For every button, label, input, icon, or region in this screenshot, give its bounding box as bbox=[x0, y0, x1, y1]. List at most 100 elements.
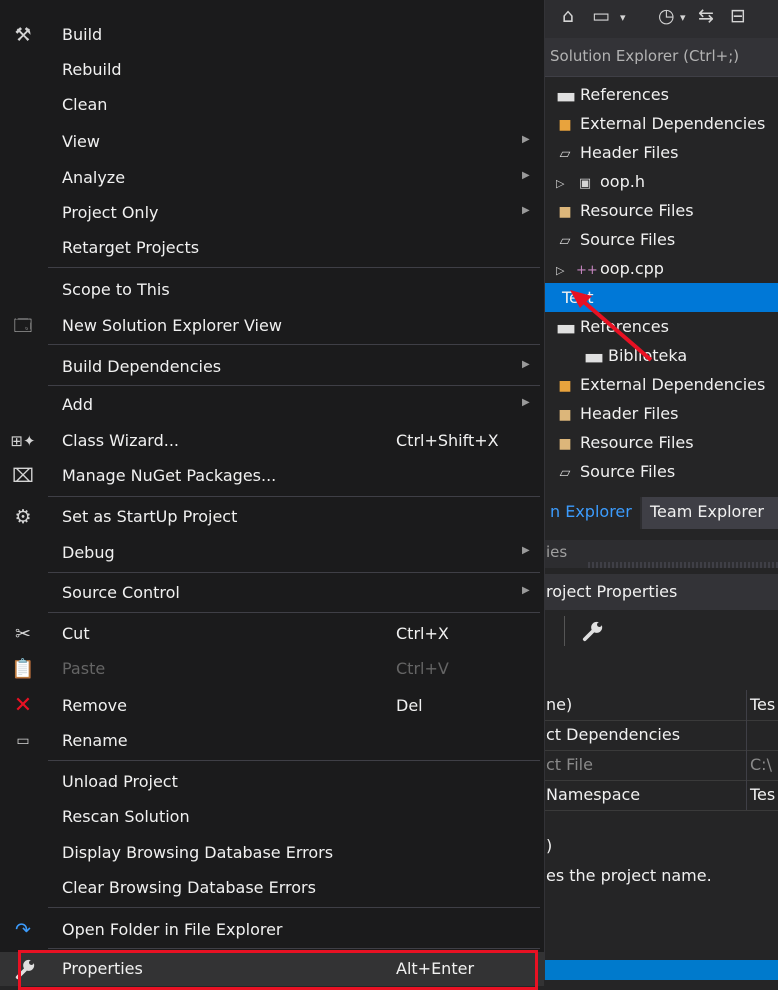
new-window-icon: 🗔 bbox=[13, 316, 33, 336]
switch-views-icon[interactable]: ▭ bbox=[592, 5, 610, 27]
status-strip bbox=[540, 960, 778, 980]
folder-filter-icon: ■ bbox=[558, 204, 572, 220]
nuget-icon: ⌧ bbox=[12, 465, 34, 487]
sync-icon[interactable]: ⇆ bbox=[698, 5, 714, 27]
menu-item-add[interactable]: Add ▶ bbox=[0, 388, 544, 422]
tree-node[interactable]: ▱ Source Files bbox=[556, 225, 676, 254]
references-icon: ■■ bbox=[584, 351, 604, 364]
menu-item-source-control[interactable]: Source Control ▶ bbox=[0, 576, 544, 610]
tree-node[interactable]: ▱ Source Files bbox=[556, 457, 676, 486]
menu-item-open-folder-in-explorer[interactable]: ↷ Open Folder in File Explorer bbox=[0, 913, 544, 947]
properties-object-selector[interactable]: roject Properties bbox=[540, 574, 778, 610]
folder-filter-icon: ▱ bbox=[559, 465, 571, 481]
menu-separator bbox=[48, 385, 540, 386]
refresh-arrow-icon: ↷ bbox=[15, 919, 31, 941]
menu-separator bbox=[48, 496, 540, 497]
menu-item-set-startup-project[interactable]: ⚙ Set as StartUp Project bbox=[0, 500, 544, 534]
menu-item-retarget-projects[interactable]: Retarget Projects bbox=[0, 231, 544, 265]
gear-icon: ⚙ bbox=[14, 506, 32, 528]
chevron-down-icon[interactable]: ▾ bbox=[620, 11, 626, 24]
menu-item-paste[interactable]: 📋 Paste Ctrl+V bbox=[0, 652, 544, 686]
references-icon: ■■ bbox=[556, 90, 576, 103]
menu-item-clean[interactable]: Clean bbox=[0, 88, 544, 122]
submenu-arrow-icon: ▶ bbox=[522, 205, 530, 216]
external-deps-icon: ■ bbox=[558, 378, 572, 394]
property-row[interactable]: ct File C:\ bbox=[540, 750, 778, 781]
properties-panel: ies roject Properties ne) Tes ct Dependen… bbox=[540, 530, 778, 980]
menu-item-debug[interactable]: Debug ▶ bbox=[0, 536, 544, 570]
submenu-arrow-icon: ▶ bbox=[522, 170, 530, 181]
references-icon: ■■ bbox=[556, 322, 576, 335]
menu-item-project-only[interactable]: Project Only ▶ bbox=[0, 196, 544, 230]
history-icon[interactable]: ◷ bbox=[658, 5, 675, 27]
tab-team-explorer[interactable]: Team Explorer bbox=[642, 497, 778, 529]
menu-item-cut[interactable]: ✂ Cut Ctrl+X bbox=[0, 617, 544, 651]
menu-item-remove[interactable]: ✕ Remove Del bbox=[0, 689, 544, 723]
tree-node[interactable]: ■■ Biblioteka bbox=[584, 341, 688, 370]
collapse-icon[interactable]: ⊟ bbox=[730, 5, 746, 27]
property-row[interactable]: ne) Tes bbox=[540, 690, 778, 721]
menu-item-rebuild[interactable]: Rebuild bbox=[0, 53, 544, 87]
menu-item-build-dependencies[interactable]: Build Dependencies ▶ bbox=[0, 350, 544, 384]
folder-filter-icon: ■ bbox=[558, 436, 572, 452]
tree-node[interactable]: ■■ References bbox=[556, 80, 669, 109]
solution-explorer-search[interactable]: Solution Explorer (Ctrl+;) bbox=[540, 38, 778, 77]
submenu-arrow-icon: ▶ bbox=[522, 545, 530, 556]
menu-item-class-wizard[interactable]: ⊞✦ Class Wizard... Ctrl+Shift+X bbox=[0, 424, 544, 458]
expand-arrow-icon[interactable]: ▷ bbox=[556, 256, 570, 285]
property-pages-wrench-icon[interactable] bbox=[582, 620, 604, 642]
property-description: es the project name. bbox=[546, 866, 712, 885]
external-deps-icon: ■ bbox=[558, 117, 572, 133]
tree-node[interactable]: ■ External Dependencies bbox=[556, 370, 765, 399]
submenu-arrow-icon: ▶ bbox=[522, 359, 530, 370]
clipboard-icon: 📋 bbox=[11, 658, 35, 680]
tree-node[interactable]: ▱ Header Files bbox=[556, 138, 679, 167]
menu-item-analyze[interactable]: Analyze ▶ bbox=[0, 161, 544, 195]
menu-separator bbox=[48, 344, 540, 345]
menu-item-unload-project[interactable]: Unload Project bbox=[0, 765, 544, 799]
explorer-tabs: n Explorer Team Explorer bbox=[540, 497, 778, 529]
menu-item-manage-nuget[interactable]: ⌧ Manage NuGet Packages... bbox=[0, 459, 544, 493]
solution-tree: ■■ References ■ External Dependencies ▱ Hea… bbox=[540, 78, 778, 496]
menu-separator bbox=[48, 612, 540, 613]
tree-node-test-project[interactable]: Test bbox=[540, 283, 778, 312]
menu-separator bbox=[48, 907, 540, 908]
tree-node[interactable]: ■ Resource Files bbox=[556, 428, 693, 457]
menu-item-view[interactable]: View ▶ bbox=[0, 125, 544, 159]
menu-item-clear-browsing-db-errors[interactable]: Clear Browsing Database Errors bbox=[0, 871, 544, 905]
menu-separator bbox=[48, 948, 540, 949]
menu-item-build[interactable]: ⚒ Build bbox=[0, 18, 544, 52]
folder-filter-icon: ■ bbox=[558, 407, 572, 423]
chevron-down-icon[interactable]: ▾ bbox=[680, 11, 686, 24]
property-description-title: ) bbox=[546, 836, 553, 855]
header-file-icon: ▣ bbox=[578, 176, 592, 191]
menu-separator bbox=[48, 760, 540, 761]
home-icon[interactable]: ⌂ bbox=[562, 5, 574, 27]
cpp-file-icon: ++ bbox=[576, 263, 598, 278]
menu-item-rename[interactable]: ▭ Rename bbox=[0, 724, 544, 758]
menu-item-display-browsing-db-errors[interactable]: Display Browsing Database Errors bbox=[0, 836, 544, 870]
menu-item-rescan-solution[interactable]: Rescan Solution bbox=[0, 800, 544, 834]
property-row[interactable]: ct Dependencies bbox=[540, 720, 778, 751]
folder-filter-icon: ▱ bbox=[559, 233, 571, 249]
tree-node[interactable]: ■ External Dependencies bbox=[556, 109, 765, 138]
tab-solution-explorer[interactable]: n Explorer bbox=[540, 497, 640, 529]
submenu-arrow-icon: ▶ bbox=[522, 397, 530, 408]
menu-item-new-solution-explorer-view[interactable]: 🗔 New Solution Explorer View bbox=[0, 309, 544, 343]
tree-node[interactable]: ▷ ++ oop.cpp bbox=[556, 254, 664, 283]
build-icon: ⚒ bbox=[14, 24, 32, 46]
menu-item-scope-to-this[interactable]: Scope to This bbox=[0, 273, 544, 307]
tree-node[interactable]: ■ Header Files bbox=[556, 399, 678, 428]
search-placeholder: Solution Explorer (Ctrl+;) bbox=[550, 47, 740, 65]
property-row[interactable]: Namespace Tes bbox=[540, 780, 778, 811]
tree-node[interactable]: ■ Resource Files bbox=[556, 196, 693, 225]
tree-node[interactable]: ■■ References bbox=[556, 312, 669, 341]
folder-filter-icon: ▱ bbox=[559, 146, 571, 162]
properties-title-bar: ies bbox=[540, 540, 778, 568]
solution-explorer-toolbar: ⌂ ▭ ▾ ◷ ▾ ⇆ ⊟ bbox=[540, 0, 778, 38]
submenu-arrow-icon: ▶ bbox=[522, 134, 530, 145]
tree-node[interactable]: ▷ ▣ oop.h bbox=[556, 167, 645, 196]
expand-arrow-icon[interactable]: ▷ bbox=[556, 169, 570, 198]
toolbar-separator bbox=[564, 616, 565, 646]
class-wizard-icon: ⊞✦ bbox=[10, 432, 36, 450]
